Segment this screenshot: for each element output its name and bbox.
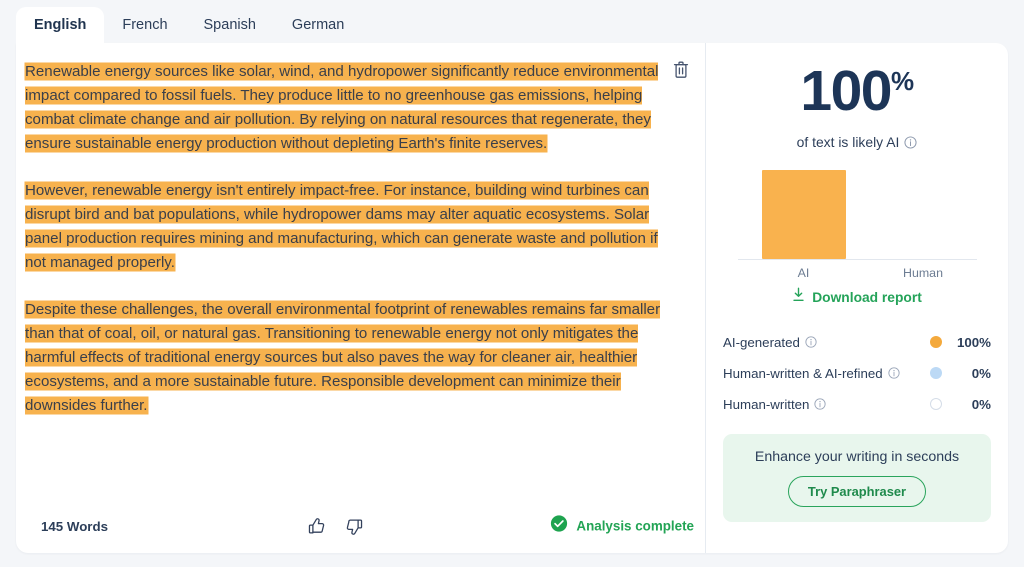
- tab-spanish[interactable]: Spanish: [186, 7, 274, 45]
- status-badge: Analysis complete: [550, 515, 694, 538]
- legend-value: 0%: [971, 396, 991, 412]
- status-text: Analysis complete: [576, 518, 694, 534]
- download-report-button[interactable]: Download report: [706, 287, 1008, 307]
- main-card: Renewable energy sources like solar, win…: [16, 43, 1008, 553]
- highlighted-text: Despite these challenges, the overall en…: [25, 301, 661, 414]
- score-caption-text: of text is likely AI: [796, 134, 900, 150]
- legend-value: 0%: [971, 365, 991, 381]
- tab-label: German: [291, 16, 345, 33]
- legend-color-dot: [930, 336, 942, 348]
- legend-color-dot: [930, 367, 942, 379]
- score-percent-sign: %: [890, 66, 914, 96]
- highlighted-text: However, renewable energy isn't entirely…: [25, 182, 658, 271]
- score-number: 100: [800, 59, 892, 123]
- highlighted-text: Renewable energy sources like solar, win…: [25, 63, 659, 152]
- paraphraser-promo: Enhance your writing in seconds Try Para…: [723, 434, 991, 522]
- editor-footer: 145 Words Analysis complete: [16, 499, 705, 553]
- download-icon: [792, 287, 805, 307]
- trash-icon[interactable]: [669, 58, 693, 82]
- legend-row-human-written: Human-written 0%: [723, 391, 991, 417]
- try-paraphraser-button[interactable]: Try Paraphraser: [787, 476, 927, 507]
- score-caption: of text is likely AI: [706, 134, 1008, 150]
- check-circle-icon: [550, 515, 568, 538]
- legend-row-ai-generated: AI-generated 100%: [723, 329, 991, 355]
- info-icon[interactable]: [814, 398, 827, 410]
- promo-text: Enhance your writing in seconds: [754, 449, 960, 465]
- legend-color-dot: [930, 398, 942, 410]
- chart-label-human: Human: [903, 266, 943, 280]
- editor-pane: Renewable energy sources like solar, win…: [16, 43, 706, 553]
- feedback-controls: [304, 514, 366, 538]
- tab-label: French: [122, 16, 168, 33]
- info-icon[interactable]: [904, 135, 917, 149]
- thumbs-up-icon[interactable]: [304, 514, 328, 538]
- legend-label-text: Human-written: [723, 396, 810, 412]
- legend-label: Human-written & AI-refined: [723, 366, 930, 381]
- legend-value: 100%: [956, 334, 991, 350]
- info-icon[interactable]: [888, 367, 900, 379]
- breakdown-legend: AI-generated 100% Human-written & AI-ref…: [723, 329, 991, 417]
- tab-english[interactable]: English: [16, 6, 105, 44]
- tab-german[interactable]: German: [274, 7, 362, 45]
- bar-ai: [761, 170, 846, 259]
- ai-human-bar-chart: AI Human: [737, 170, 977, 280]
- legend-row-human-ai-refined: Human-written & AI-refined 0%: [723, 360, 991, 386]
- tab-label: English: [34, 16, 87, 33]
- paragraph: Despite these challenges, the overall en…: [25, 298, 677, 418]
- legend-label-text: Human-written & AI-refined: [723, 365, 883, 381]
- chart-plot-area: [737, 170, 977, 260]
- info-icon[interactable]: [805, 336, 817, 348]
- results-pane: 100% of text is likely AI AI Human Downl…: [706, 43, 1008, 553]
- legend-label: Human-written: [723, 397, 930, 412]
- legend-label-text: AI-generated: [723, 334, 800, 350]
- chart-label-ai: AI: [797, 266, 810, 280]
- ai-detector-app: English French Spanish German Renewable …: [0, 0, 1024, 567]
- paragraph: However, renewable energy isn't entirely…: [25, 179, 677, 275]
- tab-label: Spanish: [203, 16, 256, 33]
- text-editor[interactable]: Renewable energy sources like solar, win…: [16, 43, 705, 499]
- download-report-label: Download report: [812, 289, 922, 305]
- thumbs-down-icon[interactable]: [342, 514, 366, 538]
- word-count: 145 Words: [41, 518, 109, 534]
- tab-french[interactable]: French: [104, 7, 185, 45]
- language-tabs: English French Spanish German: [16, 0, 362, 44]
- legend-label: AI-generated: [723, 335, 930, 350]
- paragraph: Renewable energy sources like solar, win…: [25, 60, 677, 156]
- chart-axis-labels: AI Human: [738, 266, 977, 280]
- ai-score: 100%: [706, 63, 1008, 120]
